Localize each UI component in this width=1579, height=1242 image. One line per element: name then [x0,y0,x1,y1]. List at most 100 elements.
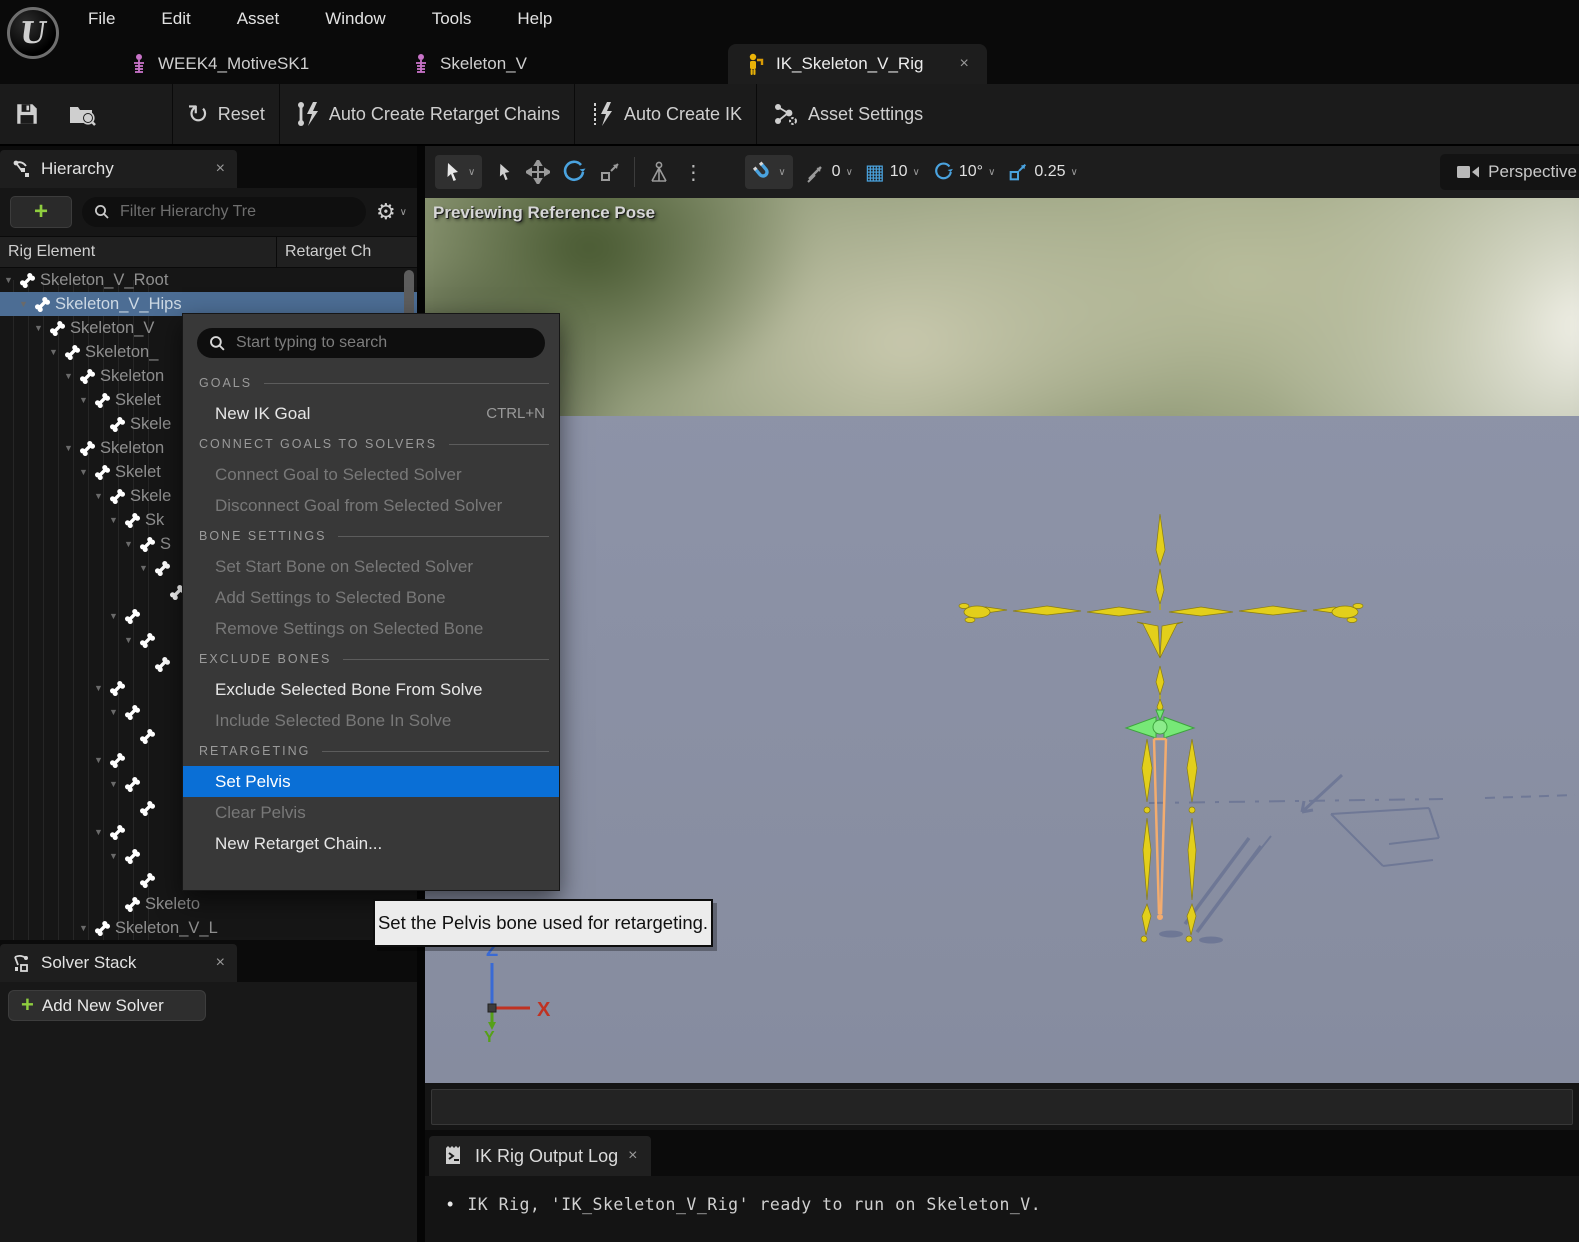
expander-icon[interactable] [19,299,33,309]
context-menu-search-field[interactable] [197,328,545,358]
axis-x-label: X [537,999,551,1021]
browse-to-asset-button[interactable] [54,84,112,144]
output-log-tab-label: IK Rig Output Log [475,1145,619,1166]
auto-create-ik-button[interactable]: Auto Create IK [575,84,756,144]
tab-skeleton-v[interactable]: Skeleton_V [412,44,527,84]
menu-item-edit[interactable]: Edit [161,9,190,29]
scale-snap-control[interactable]: 0.25 [1007,161,1077,183]
reset-button[interactable]: Reset [173,84,279,144]
add-new-solver-button[interactable]: Add New Solver [8,990,206,1021]
menu-item-tools[interactable]: Tools [432,9,472,29]
rotation-snap-control[interactable]: 10° [932,161,996,183]
context-menu-item-label: Remove Settings on Selected Bone [215,618,484,638]
hierarchy-filter-field[interactable] [82,197,366,227]
perspective-dropdown[interactable]: Perspective [1440,154,1579,190]
transform-mode-dropdown[interactable] [435,155,483,189]
bone-label: Skeleto [145,894,201,913]
expander-icon[interactable] [124,635,138,645]
expander-icon[interactable] [64,371,78,381]
bone-icon [49,320,66,336]
viewport-toolbar: 0 10 10° [425,146,1579,198]
move-tool-icon[interactable] [526,160,551,184]
context-menu-item-remove-settings-on-selected-bone[interactable]: Remove Settings on Selected Bone [183,613,559,644]
context-menu-item-connect-goal-to-selected-solver[interactable]: Connect Goal to Selected Solver [183,459,559,490]
tab-close-icon[interactable] [959,55,968,73]
expander-icon[interactable] [94,755,108,765]
tree-row[interactable]: Skeleton_V_L [0,916,417,940]
context-menu-item-clear-pelvis[interactable]: Clear Pelvis [183,797,559,828]
grid-snap-value: 10 [889,163,908,180]
hierarchy-filter-input[interactable] [118,202,354,222]
bone-label: Skeleton_V_L [115,918,218,937]
context-menu-item-new-ik-goal[interactable]: New IK Goal CTRL+N [183,398,559,429]
expander-icon[interactable] [94,683,108,693]
viewport-canvas[interactable]: Z X Y Previewing Reference Pose [425,198,1579,1083]
context-menu-item-set-start-bone-on-selected-solver[interactable]: Set Start Bone on Selected Solver [183,551,559,582]
expander-icon[interactable] [109,779,123,789]
expander-icon[interactable] [34,323,48,333]
character-bounds-icon[interactable] [647,159,671,185]
context-menu-item-include-selected-bone-in-solve[interactable]: Include Selected Bone In Solve [183,705,559,736]
expander-icon[interactable] [94,827,108,837]
context-menu-item-disconnect-goal-from-selected-solver[interactable]: Disconnect Goal from Selected Solver [183,490,559,521]
cursor-select-icon [447,163,458,181]
hierarchy-icon [13,160,29,177]
select-tool-icon[interactable] [494,161,514,183]
hierarchy-settings-button[interactable] [376,199,407,225]
auto-create-retarget-chains-button[interactable]: Auto Create Retarget Chains [280,84,574,144]
menu-item-help[interactable]: Help [517,9,552,29]
menu-item-window[interactable]: Window [325,9,385,29]
menu-item-file[interactable]: File [88,9,115,29]
expander-icon[interactable] [64,443,78,453]
timeline-track[interactable] [431,1089,1573,1125]
unreal-logo-icon[interactable]: U [7,7,59,59]
add-element-button[interactable] [10,196,72,228]
expander-icon[interactable] [79,395,93,405]
bone-icon [94,464,111,480]
solver-stack-panel-tab[interactable]: Solver Stack [0,944,237,982]
tree-row[interactable]: Skeleto [0,892,417,916]
output-log-tab[interactable]: IK Rig Output Log [429,1136,652,1176]
expander-icon[interactable] [109,707,123,717]
expander-icon[interactable] [79,467,93,477]
expander-icon[interactable] [124,539,138,549]
context-menu-item-new-retarget-chain[interactable]: New Retarget Chain... [183,828,559,859]
tree-row[interactable]: Skeleton_V_Root [0,268,417,292]
column-rig-element[interactable]: Rig Element [0,243,276,261]
context-menu-search-input[interactable] [234,333,533,353]
auto-ik-icon [593,102,612,126]
scale-tool-icon[interactable] [598,160,622,184]
tab-ik-skeleton-v-rig-active[interactable]: IK_Skeleton_V_Rig [728,44,987,84]
expander-icon[interactable] [49,347,63,357]
save-button[interactable] [0,84,54,144]
expander-icon[interactable] [109,611,123,621]
rotate-tool-icon-active[interactable] [562,160,586,184]
expander-icon[interactable] [4,275,18,285]
context-menu-item-exclude-selected-bone-from-solve[interactable]: Exclude Selected Bone From Solve [183,674,559,705]
expander-icon[interactable] [109,851,123,861]
timeline-strip[interactable] [425,1085,1579,1130]
asset-toolbar: Reset Auto Create Retarget Chains Auto C… [0,84,1579,146]
close-icon[interactable] [628,1147,637,1165]
close-icon[interactable] [216,160,225,178]
context-menu-item-add-settings-to-selected-bone[interactable]: Add Settings to Selected Bone [183,582,559,613]
snapping-dropdown[interactable] [745,155,793,189]
bone-label: Skeleton [100,366,165,385]
expander-icon[interactable] [109,515,123,525]
grid-snap-control[interactable]: 10 [865,160,920,185]
expander-icon[interactable] [139,563,153,573]
menu-item-asset[interactable]: Asset [237,9,280,29]
tab-week4-motivesk1[interactable]: WEEK4_MotiveSK1 [130,44,309,84]
column-retarget-chain[interactable]: Retarget Ch [277,243,417,261]
context-menu-item-set-pelvis[interactable]: Set Pelvis [183,766,559,797]
viewport-options-menu-icon[interactable] [683,160,703,185]
asset-settings-button[interactable]: Asset Settings [757,84,937,144]
bone-label: Skeleton_V_Root [40,270,169,289]
close-icon[interactable] [216,954,225,972]
log-message: IK Rig, 'IK_Skeleton_V_Rig' ready to run… [467,1195,1042,1214]
expander-icon[interactable] [94,491,108,501]
hierarchy-panel-tab[interactable]: Hierarchy [0,150,237,188]
surface-snap-control[interactable]: 0 [805,161,853,183]
expander-icon[interactable] [79,923,93,933]
hierarchy-column-header: Rig Element Retarget Ch [0,236,417,268]
